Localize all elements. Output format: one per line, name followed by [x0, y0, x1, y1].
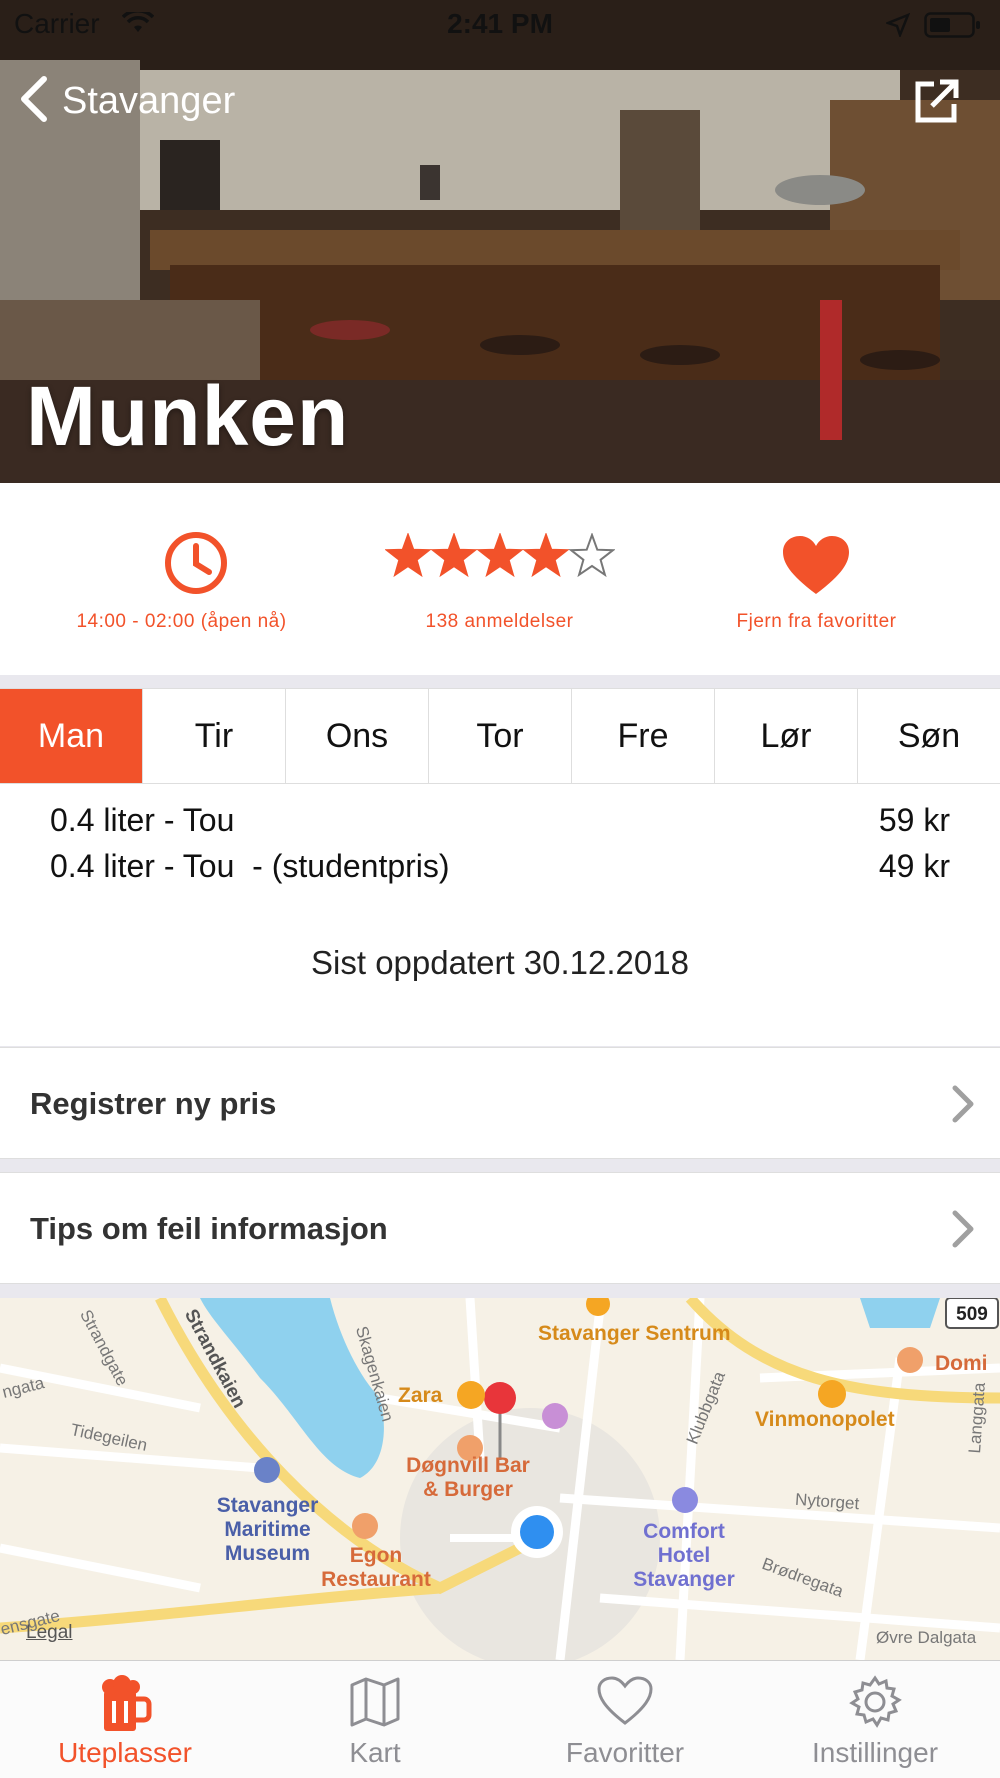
status-bar: Carrier 2:41 PM: [0, 0, 1000, 50]
heart-icon[interactable]: [781, 534, 851, 601]
report-error-label: Tips om feil informasjon: [30, 1211, 388, 1246]
clock-icon: [163, 530, 229, 601]
day-tab-ons[interactable]: Ons: [286, 689, 429, 783]
venue-header-image: Carrier 2:41 PM Stavanger Munken: [0, 0, 1000, 483]
back-label: Stavanger: [62, 80, 236, 122]
battery-icon: [924, 12, 982, 43]
price-value: 49 kr: [878, 848, 950, 884]
rating[interactable]: 138 anmeldelser: [333, 483, 666, 675]
day-tab-lør[interactable]: Lør: [715, 689, 858, 783]
price-list: 0.4 liter - Tou 59 kr 0.4 liter - Tou - …: [0, 784, 1000, 1046]
day-tab-tir[interactable]: Tir: [143, 689, 286, 783]
price-value: 59 kr: [878, 802, 950, 838]
tab-label: Uteplasser: [58, 1737, 192, 1768]
opening-hours: 14:00 - 02:00 (åpen nå): [15, 483, 348, 675]
day-tab-man[interactable]: Man: [0, 689, 143, 783]
tab-label: Favoritter: [565, 1737, 685, 1768]
map-legal-link[interactable]: Legal: [26, 1622, 73, 1644]
venue-info-row: 14:00 - 02:00 (åpen nå) 138 anmeldelser …: [0, 483, 1000, 675]
chevron-left-icon: [18, 75, 50, 128]
star-filled-icon: [475, 532, 524, 578]
tab-uteplasser[interactable]: Uteplasser: [0, 1661, 250, 1778]
map-label-maritime-museum[interactable]: Stavanger Maritime Museum: [205, 1494, 330, 1566]
map-label-vinmonopolet[interactable]: Vinmonopolet: [755, 1408, 895, 1432]
star-filled-icon: [429, 532, 478, 578]
opening-hours-label: 14:00 - 02:00 (åpen nå): [76, 611, 287, 632]
rating-stars: [333, 532, 666, 584]
price-name: 0.4 liter - Tou: [50, 802, 235, 838]
day-tab-søn[interactable]: Søn: [858, 689, 1000, 783]
tab-favoritter[interactable]: Favoritter: [500, 1661, 750, 1778]
share-external-icon[interactable]: [912, 78, 962, 131]
gear-icon: [848, 1675, 902, 1734]
last-updated: Sist oppdatert 30.12.2018: [311, 944, 689, 981]
star-empty-icon: [567, 532, 616, 578]
chevron-right-icon: [950, 1084, 976, 1129]
price-name: 0.4 liter - Tou - (studentpris): [50, 848, 450, 884]
beer-mug-icon: [98, 1675, 152, 1738]
register-price-label: Registrer ny pris: [30, 1086, 277, 1121]
favorite-label: Fjern fra favoritter: [736, 611, 897, 632]
map-label-domino[interactable]: Domi: [935, 1352, 988, 1376]
star-filled-icon: [383, 532, 432, 578]
tab-kart[interactable]: Kart: [250, 1661, 500, 1778]
venue-map[interactable]: 509 Stavanger Sentrum Zara Døgnvill Bar …: [0, 1298, 1000, 1660]
status-time: 2:41 PM: [447, 8, 553, 39]
tab-label: Kart: [349, 1737, 401, 1768]
register-price-button[interactable]: Registrer ny pris: [0, 1047, 1000, 1159]
heart-outline-icon: [596, 1675, 654, 1732]
tab-instillinger[interactable]: Instillinger: [750, 1661, 1000, 1778]
star-filled-icon: [521, 532, 570, 578]
star-rating-icon: [383, 532, 616, 578]
map-icon: [348, 1675, 402, 1734]
day-tabs: Man Tir Ons Tor Fre Lør Søn: [0, 688, 1000, 784]
map-label-stavanger-sentrum[interactable]: Stavanger Sentrum: [538, 1322, 731, 1346]
map-label-dognvill[interactable]: Døgnvill Bar & Burger: [398, 1454, 538, 1502]
tab-bar: Uteplasser Kart Favoritter Instillinger: [0, 1660, 1000, 1778]
street-ovre-dalgata: Øvre Dalgata: [876, 1628, 977, 1647]
road-number: 509: [956, 1304, 988, 1325]
reviews-count: 138 anmeldelser: [425, 611, 574, 632]
report-error-button[interactable]: Tips om feil informasjon: [0, 1172, 1000, 1284]
back-button[interactable]: Stavanger: [18, 75, 235, 128]
location-arrow-icon: [884, 12, 911, 42]
map-label-comfort-hotel[interactable]: Comfort Hotel Stavanger: [624, 1520, 744, 1592]
day-tab-tor[interactable]: Tor: [429, 689, 572, 783]
chevron-right-icon: [950, 1209, 976, 1254]
tab-label: Instillinger: [811, 1737, 939, 1768]
map-label-zara[interactable]: Zara: [398, 1384, 442, 1408]
day-tab-fre[interactable]: Fre: [572, 689, 715, 783]
venue-title: Munken: [26, 369, 350, 463]
map-label-egon[interactable]: Egon Restaurant: [316, 1544, 436, 1592]
